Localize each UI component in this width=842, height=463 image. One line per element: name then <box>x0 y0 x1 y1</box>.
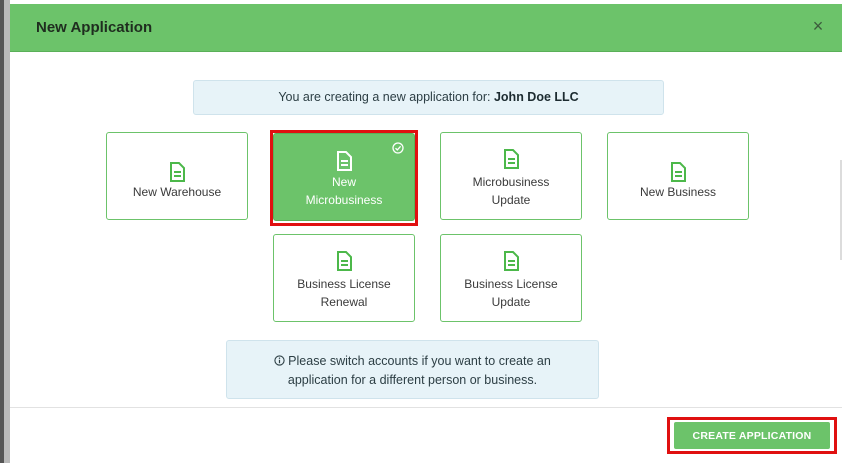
application-type-new-warehouse[interactable]: New Warehouse <box>106 132 248 220</box>
card-label-line1: Microbusiness <box>472 175 550 189</box>
document-icon <box>504 149 519 169</box>
card-label-line1: Business License <box>297 277 391 291</box>
document-icon <box>337 251 352 271</box>
modal-header: New Application × <box>10 4 842 52</box>
account-info-banner: You are creating a new application for: … <box>193 80 664 115</box>
application-type-new-microbusiness[interactable]: New Microbusiness <box>273 133 415 221</box>
note-text-2: application for a different person or bu… <box>287 373 538 387</box>
card-label-line2: Renewal <box>320 295 368 309</box>
close-icon[interactable]: × <box>808 16 828 36</box>
card-label: New Warehouse <box>132 185 222 199</box>
account-name: John Doe LLC <box>493 90 579 104</box>
note-text-1: Please switch accounts if you want to cr… <box>288 354 551 368</box>
document-icon <box>671 162 686 182</box>
background-overlay-strip <box>0 0 4 463</box>
page: New Application × You are creating a new… <box>0 0 842 463</box>
application-type-new-business[interactable]: New Business <box>607 132 749 220</box>
check-circle-icon <box>392 142 404 154</box>
footer-divider <box>10 407 842 408</box>
document-icon <box>504 251 519 271</box>
card-label-line2: Update <box>491 295 531 309</box>
note-line-1: Please switch accounts if you want to cr… <box>227 353 598 369</box>
application-type-business-license-renewal[interactable]: Business License Renewal <box>273 234 415 322</box>
modal-title: New Application <box>36 19 153 36</box>
create-application-button[interactable]: CREATE APPLICATION <box>674 422 830 449</box>
document-icon <box>170 162 185 182</box>
switch-account-note: Please switch accounts if you want to cr… <box>226 340 599 399</box>
background-overlay-edge <box>0 0 10 463</box>
card-label-line1: Business License <box>464 277 558 291</box>
card-label-line2: Microbusiness <box>305 193 383 207</box>
info-icon <box>274 355 285 366</box>
account-info-prefix: You are creating a new application for: <box>278 90 494 104</box>
card-label-line1: New <box>331 175 356 189</box>
new-application-modal: New Application × You are creating a new… <box>10 4 842 463</box>
application-type-business-license-update[interactable]: Business License Update <box>440 234 582 322</box>
card-label: New Business <box>639 185 717 199</box>
application-type-microbusiness-update[interactable]: Microbusiness Update <box>440 132 582 220</box>
card-label-line2: Update <box>491 193 531 207</box>
document-icon <box>337 151 352 171</box>
